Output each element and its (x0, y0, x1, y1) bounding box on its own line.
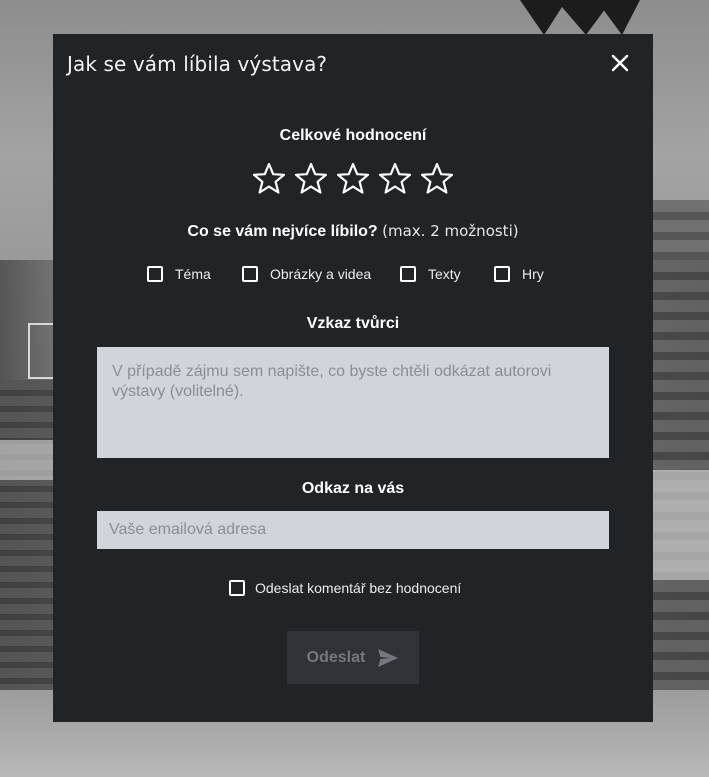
option-obrazky-checkbox[interactable]: Obrázky a videa (242, 265, 371, 283)
star-outline-icon (377, 161, 413, 197)
star-1-button[interactable] (251, 161, 287, 197)
checkbox-box[interactable] (147, 266, 163, 282)
option-tema-checkbox[interactable]: Téma (147, 265, 211, 283)
option-label: Obrázky a videa (270, 266, 372, 282)
option-hry-checkbox[interactable]: Hry (494, 265, 544, 283)
contact-title: Odkaz na vás (301, 480, 405, 497)
send-icon (377, 648, 399, 668)
rating-title: Celkové hodnocení (279, 127, 427, 144)
star-outline-icon (293, 161, 329, 197)
feedback-dialog: Jak se vám líbila výstava? Celkové hodno… (53, 34, 653, 722)
background-buildings-left (0, 380, 60, 700)
likes-question: Co se vám nejvíce líbilo? (max. 2 možnos… (53, 222, 653, 241)
background-snow-right (649, 470, 709, 580)
star-3-button[interactable] (335, 161, 371, 197)
checkbox-box[interactable] (242, 266, 258, 282)
message-title: Vzkaz tvůrci (306, 315, 400, 332)
checkbox-box[interactable] (494, 266, 510, 282)
background-snow-left (0, 440, 60, 480)
message-textarea[interactable] (97, 347, 609, 458)
star-outline-icon (335, 161, 371, 197)
star-outline-icon (251, 161, 287, 197)
option-texty-checkbox[interactable]: Texty (400, 265, 461, 283)
option-label: Texty (428, 266, 461, 282)
option-label: Hry (522, 266, 544, 282)
star-rating (251, 161, 455, 197)
email-input[interactable] (97, 511, 609, 549)
likes-options: Téma Obrázky a videa Texty Hry (53, 265, 653, 283)
star-5-button[interactable] (419, 161, 455, 197)
checkbox-box[interactable] (229, 580, 245, 596)
checkbox-box[interactable] (400, 266, 416, 282)
likes-note: (max. 2 možnosti) (382, 222, 519, 240)
star-4-button[interactable] (377, 161, 413, 197)
star-outline-icon (419, 161, 455, 197)
close-icon (611, 54, 629, 72)
dialog-title: Jak se vám líbila výstava? (67, 52, 328, 76)
option-label: Téma (175, 266, 211, 282)
no-rating-label: Odeslat komentář bez hodnocení (255, 580, 462, 596)
star-2-button[interactable] (293, 161, 329, 197)
close-button[interactable] (611, 54, 629, 72)
no-rating-checkbox[interactable]: Odeslat komentář bez hodnocení (229, 579, 461, 597)
submit-label: Odeslat (306, 648, 366, 666)
likes-title: Co se vám nejvíce líbilo? (187, 223, 378, 240)
submit-button[interactable]: Odeslat (287, 631, 419, 684)
